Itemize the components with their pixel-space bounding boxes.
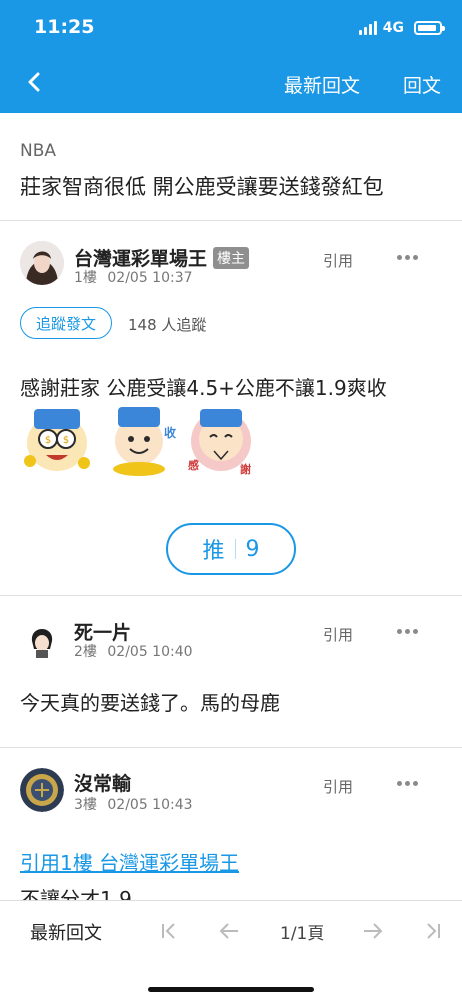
svg-text:謝: 謝 <box>240 462 251 476</box>
thread-title: 莊家智商很低 開公鹿受讓要送錢發紅包 <box>20 175 384 199</box>
top-bar: 11:25 4G 最新回文 回文 <box>0 0 462 113</box>
app-screen: 11:25 4G 最新回文 回文 NBA 莊家智商很低 開公鹿受讓要送錢發紅包 <box>0 0 462 1000</box>
post-time: 02/05 10:40 <box>107 644 193 660</box>
post-content: 今天真的要送錢了。馬的母鹿 <box>20 691 280 715</box>
more-options-icon[interactable] <box>397 778 419 788</box>
quote-button[interactable]: 引用 <box>323 624 353 645</box>
money-eyes-sticker-icon: $ $ <box>24 409 90 471</box>
post-time: 02/05 10:37 <box>107 270 193 286</box>
post-time: 02/05 10:43 <box>107 797 193 813</box>
quote-button[interactable]: 引用 <box>323 776 353 797</box>
svg-text:$: $ <box>45 435 51 446</box>
chevron-left-icon <box>28 72 40 92</box>
thread-header: NBA 莊家智商很低 開公鹿受讓要送錢發紅包 <box>0 113 462 221</box>
svg-text:$: $ <box>63 435 69 446</box>
board-name[interactable]: NBA <box>20 141 56 161</box>
follower-count: 148 人追蹤 <box>128 316 207 334</box>
push-like-button[interactable]: 推 9 <box>166 523 296 575</box>
latest-replies-link[interactable]: 最新回文 <box>30 919 102 945</box>
username[interactable]: 沒常輸 <box>74 769 131 796</box>
avatar[interactable] <box>20 768 64 812</box>
status-indicators: 4G <box>358 20 445 36</box>
post-floor-3: 沒常輸 3樓 02/05 10:43 引用 引用1樓 台灣運彩單場王 不讓分才1… <box>0 749 462 911</box>
battery-icon <box>414 21 445 35</box>
follow-posts-button[interactable]: 追蹤發文 <box>20 307 112 339</box>
network-label: 4G <box>382 20 404 36</box>
first-page-icon[interactable] <box>156 918 182 944</box>
signal-icon <box>358 21 377 35</box>
post-floor-1: 台灣運彩單場王 樓主 1樓 02/05 10:37 引用 追蹤發文 148 人追蹤… <box>0 222 462 596</box>
latest-replies-button[interactable]: 最新回文 <box>284 71 360 98</box>
bottom-bar: 最新回文 1/1頁 <box>0 900 462 1000</box>
post-floor-2: 死一片 2樓 02/05 10:40 引用 今天真的要送錢了。馬的母鹿 <box>0 597 462 748</box>
collect-money-sticker-icon: 收 <box>113 407 176 476</box>
floor-number: 2樓 <box>74 644 97 660</box>
user-photo-icon <box>20 241 64 285</box>
floor-number: 1樓 <box>74 270 97 286</box>
home-indicator <box>148 987 314 992</box>
push-count: 9 <box>245 536 260 562</box>
more-options-icon[interactable] <box>397 252 419 262</box>
post-meta: 1樓 02/05 10:37 <box>74 267 199 287</box>
status-time: 11:25 <box>34 16 95 38</box>
emblem-avatar-icon <box>20 768 64 812</box>
push-divider <box>234 539 236 559</box>
post-meta: 3樓 02/05 10:43 <box>74 794 199 814</box>
previous-page-icon[interactable] <box>216 918 242 944</box>
svg-text:收: 收 <box>164 425 176 440</box>
op-badge: 樓主 <box>213 247 250 269</box>
last-page-icon[interactable] <box>420 918 446 944</box>
svg-text:感: 感 <box>188 458 199 472</box>
thanks-sticker-icon: 感 謝 <box>188 409 251 476</box>
post-meta: 2樓 02/05 10:40 <box>74 641 199 661</box>
reply-button[interactable]: 回文 <box>403 71 441 98</box>
sticker-row: $ $ 收 感 謝 <box>20 403 258 477</box>
quoted-post-link[interactable]: 引用1樓 台灣運彩單場王 <box>20 847 239 876</box>
avatar[interactable] <box>20 241 64 285</box>
next-page-icon[interactable] <box>360 918 386 944</box>
cartoon-avatar-icon <box>20 617 64 661</box>
post-content: 感謝莊家 公鹿受讓4.5+公鹿不讓1.9爽收 <box>20 376 387 400</box>
back-button[interactable] <box>18 64 50 100</box>
floor-number: 3樓 <box>74 797 97 813</box>
more-options-icon[interactable] <box>397 626 419 636</box>
avatar[interactable] <box>20 617 64 661</box>
push-label: 推 <box>202 539 225 564</box>
page-indicator: 1/1頁 <box>280 924 325 944</box>
quote-button[interactable]: 引用 <box>323 250 353 271</box>
